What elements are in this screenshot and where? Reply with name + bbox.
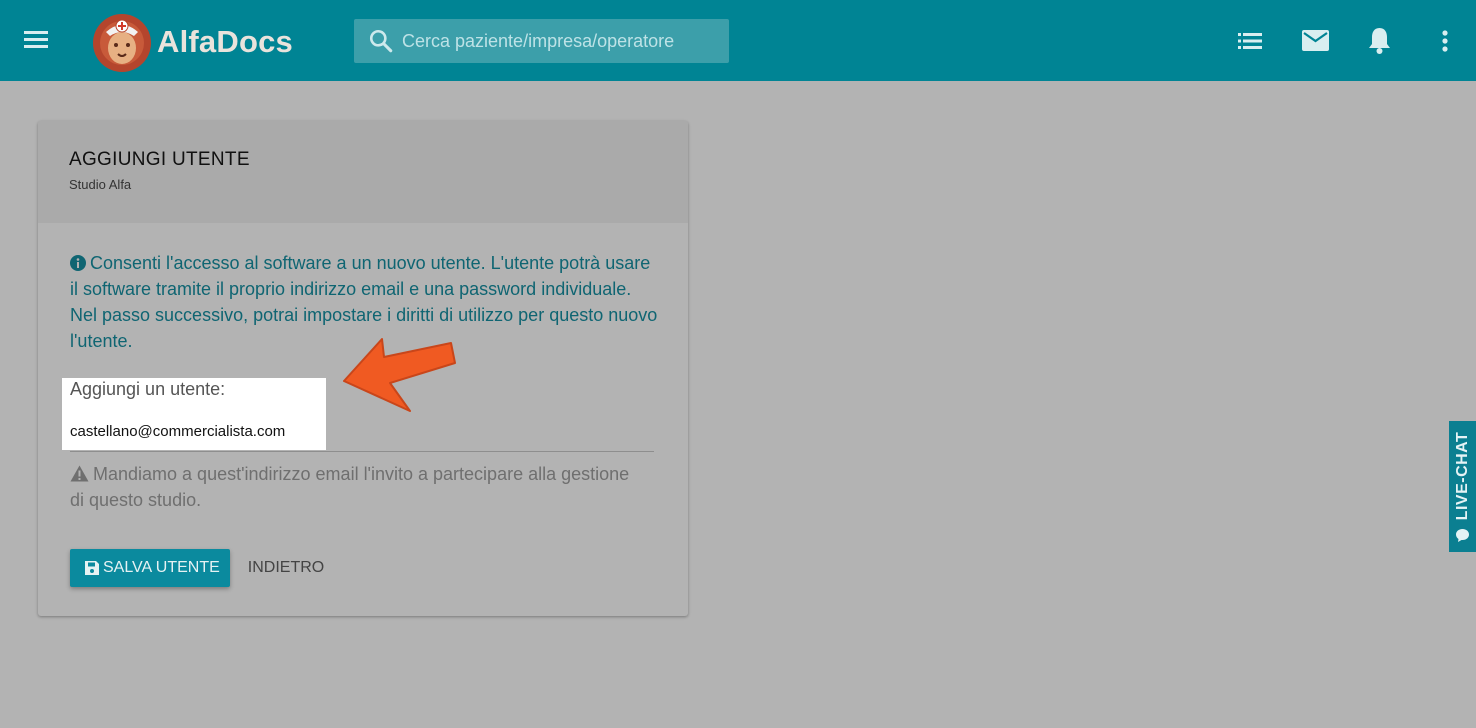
email-field[interactable] <box>70 419 320 443</box>
mail-icon[interactable] <box>1302 30 1329 51</box>
save-user-label: SALVA UTENTE <box>103 559 220 576</box>
lion-logo-icon[interactable] <box>90 10 154 74</box>
top-app-bar: AlfaDocs <box>0 0 1476 81</box>
list-icon[interactable] <box>1238 32 1262 50</box>
info-icon <box>70 255 86 271</box>
studio-name: Studio Alfa <box>69 177 132 192</box>
live-chat-label: LIVE-CHAT <box>1453 431 1471 520</box>
menu-icon[interactable] <box>22 28 50 52</box>
more-vert-icon[interactable] <box>1441 30 1449 52</box>
warning-icon <box>70 465 89 482</box>
live-chat-tab[interactable]: LIVE-CHAT <box>1449 421 1476 552</box>
email-field-container: Aggiungi un utente: <box>62 378 326 450</box>
warning-text: Mandiamo a quest'indirizzo email l'invit… <box>70 464 630 510</box>
back-button[interactable]: INDIETRO <box>238 549 334 587</box>
search-icon <box>369 29 393 53</box>
annotation-arrow-icon <box>343 338 456 412</box>
page-title: AGGIUNGI UTENTE <box>69 149 250 170</box>
save-icon <box>85 561 99 575</box>
bell-icon[interactable] <box>1368 27 1391 54</box>
warning-message: Mandiamo a quest'indirizzo email l'invit… <box>70 461 630 513</box>
email-field-label: Aggiungi un utente: <box>70 379 226 399</box>
app-logo-text[interactable]: AlfaDocs <box>157 24 293 60</box>
card-header: AGGIUNGI UTENTE Studio Alfa <box>38 121 688 223</box>
search-bar[interactable] <box>354 19 729 63</box>
search-input[interactable] <box>402 19 722 63</box>
field-underline <box>70 451 654 452</box>
chat-bubble-icon <box>1456 529 1469 542</box>
save-user-button[interactable]: SALVA UTENTE <box>70 549 230 587</box>
